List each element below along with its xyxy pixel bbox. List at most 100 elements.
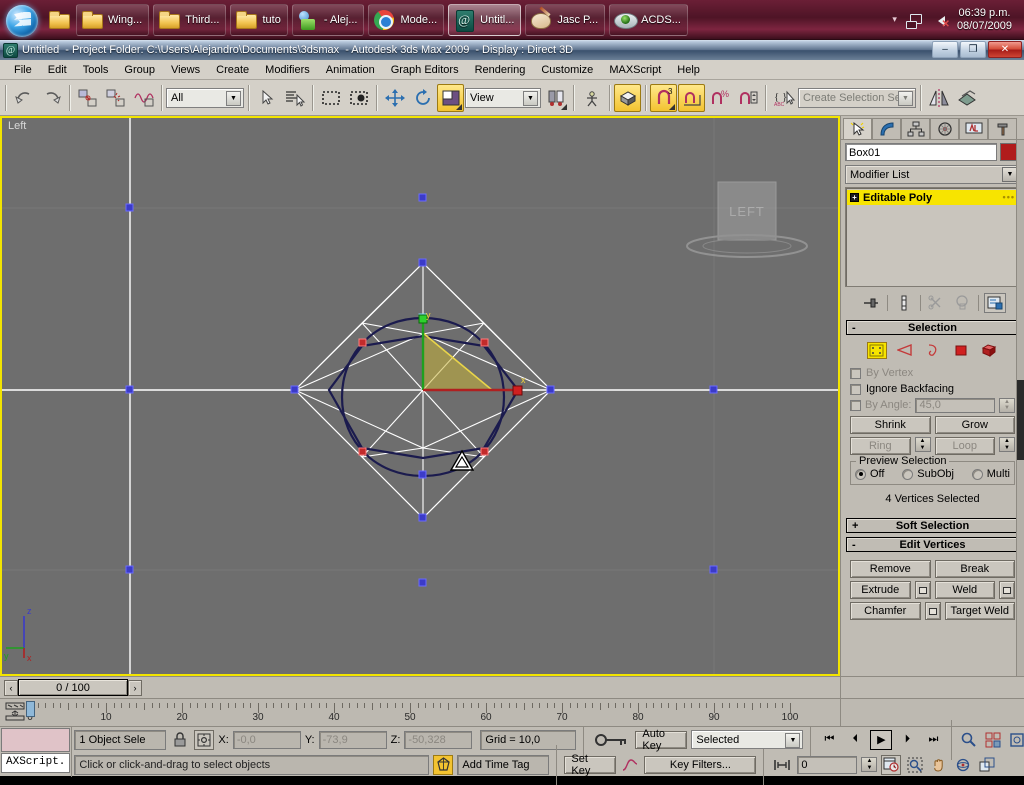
menu-maxscript[interactable]: MAXScript [601, 62, 669, 78]
set-key-button[interactable]: Set Key [564, 753, 617, 777]
taskbar-button-paintshop[interactable]: Jasc P... [525, 3, 606, 36]
polygon-sublevel-button[interactable] [951, 342, 971, 359]
volume-muted-icon[interactable] [931, 11, 950, 30]
add-time-tag[interactable]: Add Time Tag [457, 754, 550, 775]
redo-button[interactable] [38, 84, 65, 112]
use-pivot-point-center-button[interactable] [542, 84, 569, 112]
viewport-left[interactable]: LEFT y x z y x Left [0, 116, 840, 676]
vertex-sublevel-button[interactable] [866, 342, 887, 359]
x-coordinate-field[interactable]: -0,0 [232, 730, 301, 749]
menu-file[interactable]: File [6, 62, 40, 78]
zoom-icon[interactable] [959, 730, 979, 750]
time-slider-handle[interactable]: 0 / 100 [18, 679, 128, 696]
previous-frame-button[interactable]: ⏴ [844, 730, 866, 750]
object-name-input[interactable]: Box01 [845, 143, 997, 161]
time-configuration-icon[interactable] [881, 754, 902, 775]
goto-start-button[interactable]: ⏮ [818, 730, 840, 750]
select-and-link-button[interactable] [74, 84, 101, 112]
key-filters-button[interactable]: Key Filters... [644, 755, 757, 774]
auto-key-button[interactable]: Auto Key [635, 728, 688, 752]
chamfer-settings-button[interactable] [924, 602, 941, 620]
modify-tab[interactable] [872, 118, 901, 139]
minimize-button[interactable]: – [932, 41, 958, 58]
remove-modifier-icon[interactable] [951, 293, 973, 313]
motion-tab[interactable] [930, 118, 959, 139]
maximize-viewport-toggle-icon[interactable] [977, 755, 997, 775]
menu-group[interactable]: Group [116, 62, 163, 78]
z-coordinate-field[interactable]: -50,328 [404, 730, 473, 749]
angle-snap-toggle-button[interactable] [678, 83, 705, 112]
start-button[interactable] [2, 2, 44, 38]
prev-frame-arrow[interactable]: ‹ [4, 679, 18, 696]
taskbar-button-messenger[interactable]: - Alej... [291, 3, 365, 36]
reference-coordinate-combo[interactable]: View ▼ [465, 87, 541, 108]
modifier-list-combo[interactable]: Modifier List ▼ [845, 165, 1020, 184]
modifier-stack[interactable]: + Editable Poly ••• [845, 187, 1020, 287]
goto-end-button[interactable]: ⏭ [922, 730, 944, 750]
percent-snap-toggle-button[interactable]: % [706, 84, 733, 112]
loop-button[interactable]: Loop [934, 437, 995, 455]
expand-plus-icon[interactable]: + [850, 193, 859, 202]
reference-coordinate-system-button[interactable] [437, 83, 464, 112]
close-button[interactable]: ✕ [988, 41, 1022, 58]
viewport-canvas[interactable]: LEFT y x z y x [2, 118, 838, 674]
show-end-result-icon[interactable] [893, 293, 915, 313]
menu-tools[interactable]: Tools [75, 62, 117, 78]
taskbar-button-3dsmax[interactable]: Untitl... [448, 3, 522, 36]
current-frame-field[interactable]: 0 [797, 755, 858, 774]
taskbar-button-tuto[interactable]: tuto [230, 3, 288, 36]
weld-settings-button[interactable] [999, 581, 1015, 599]
taskbar-button-acdsee[interactable]: ACDS... [609, 3, 688, 36]
track-view-icon[interactable] [4, 702, 26, 722]
viewport-label[interactable]: Left [8, 120, 26, 132]
chevron-down-icon[interactable]: ▼ [898, 90, 913, 106]
grow-button[interactable]: Grow [934, 416, 1015, 434]
time-tag-icon[interactable] [433, 754, 454, 775]
ring-button[interactable]: Ring [850, 437, 911, 455]
key-mode-toggle-button[interactable] [771, 755, 793, 775]
by-vertex-checkbox[interactable] [850, 367, 861, 379]
edit-vertices-rollout-header[interactable]: - Edit Vertices [846, 537, 1019, 552]
create-tab[interactable] [843, 118, 872, 139]
menu-rendering[interactable]: Rendering [467, 62, 534, 78]
select-and-manipulate-button[interactable] [578, 84, 605, 112]
selection-lock-icon[interactable] [170, 730, 190, 750]
make-unique-icon[interactable] [926, 293, 948, 313]
extrude-settings-button[interactable] [914, 581, 931, 599]
ring-spinner[interactable]: ▲ ▼ [914, 437, 931, 452]
select-and-rotate-button[interactable] [409, 84, 436, 112]
pan-view-icon[interactable] [929, 755, 949, 775]
soft-selection-rollout-header[interactable]: + Soft Selection [846, 518, 1019, 533]
by-angle-field[interactable]: 45,0 [915, 397, 995, 413]
menu-customize[interactable]: Customize [533, 62, 601, 78]
selection-rollout-header[interactable]: - Selection [846, 320, 1019, 335]
menu-graph-editors[interactable]: Graph Editors [383, 62, 467, 78]
zoom-extents-icon[interactable] [1007, 730, 1024, 750]
current-frame-spinner[interactable]: ▲ ▼ [861, 757, 878, 772]
show-hidden-icons-icon[interactable]: ▾ [892, 14, 897, 25]
menu-edit[interactable]: Edit [40, 62, 75, 78]
taskbar-button-wing[interactable]: Wing... [76, 3, 150, 36]
play-animation-button[interactable]: ▶ [870, 729, 893, 750]
bind-to-space-warp-button[interactable] [130, 84, 157, 112]
edge-sublevel-button[interactable] [895, 342, 915, 359]
network-icon[interactable] [905, 11, 923, 29]
undo-button[interactable] [10, 84, 37, 112]
next-frame-arrow[interactable]: › [128, 679, 142, 696]
track-bar-playhead[interactable] [26, 701, 35, 717]
chamfer-button[interactable]: Chamfer [850, 602, 921, 620]
chevron-down-icon[interactable]: ▼ [785, 733, 801, 748]
zoom-all-icon[interactable] [983, 730, 1003, 750]
absolute-relative-transform-icon[interactable] [194, 729, 215, 750]
region-zoom-icon[interactable] [905, 755, 925, 775]
weld-button[interactable]: Weld [934, 581, 995, 599]
align-button[interactable] [953, 84, 980, 112]
taskbar-clock[interactable]: 06:39 p.m. 08/07/2009 [957, 7, 1016, 33]
maxscript-mini-listener[interactable]: AXScript. [0, 727, 73, 777]
by-angle-checkbox[interactable] [850, 399, 861, 411]
ignore-backfacing-row[interactable]: Ignore Backfacing [850, 381, 1015, 397]
mirror-button[interactable] [925, 84, 952, 112]
pin-stack-icon[interactable] [860, 293, 882, 313]
animation-filter-combo[interactable]: Selected ▼ [691, 730, 804, 749]
break-button[interactable]: Break [934, 560, 1015, 578]
